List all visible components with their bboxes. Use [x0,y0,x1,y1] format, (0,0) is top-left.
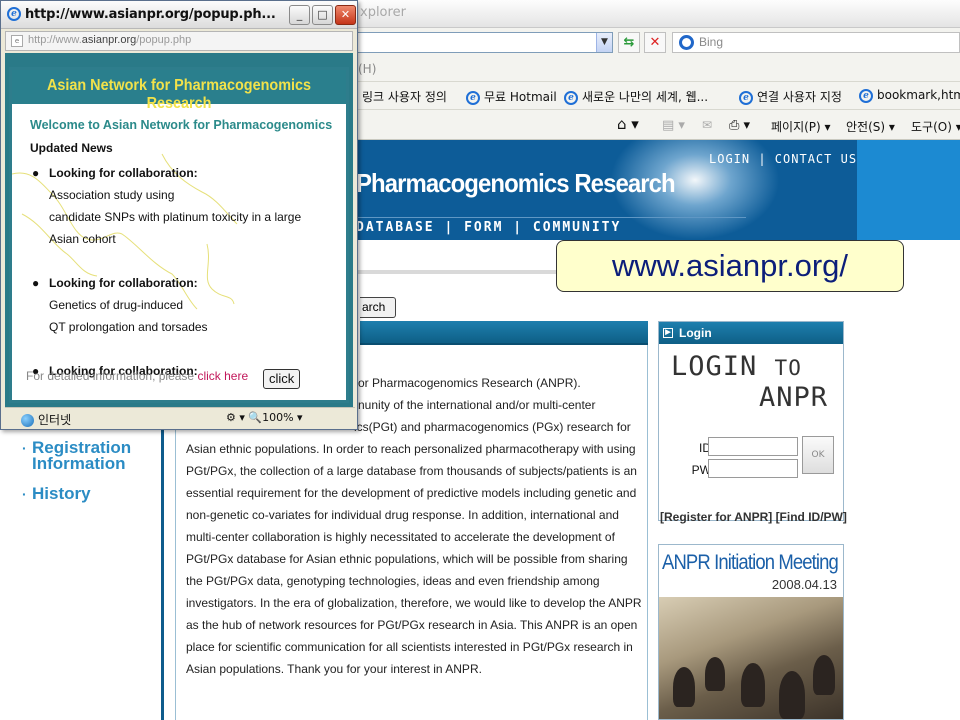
id-input[interactable] [708,437,798,456]
close-button[interactable]: ✕ [335,5,356,25]
protected-mode-icon: ⚙ ▾ [226,411,245,424]
login-banner: LOGIN TO ANPR [671,351,829,413]
login-panel-header: ▶ Login [659,322,843,344]
url-callout: www.asianpr.org/ [556,240,904,292]
page-icon: e [11,35,23,47]
site-title: Pharmacogenomics Research [356,168,676,198]
popup-address: http://www.asianpr.org/popup.php [28,34,192,46]
menu-item-help[interactable]: (H) [358,62,376,76]
pw-input[interactable] [708,459,798,478]
popup-title: http://www.asianpr.org/popup.ph... [25,7,276,22]
bing-logo-icon [679,35,694,50]
updated-news-heading: Updated News [30,141,113,155]
click-button[interactable]: click [263,369,301,389]
address-dropdown-icon[interactable]: ▼ [596,33,612,52]
login-panel: ▶ Login LOGIN TO ANPR ID PW OK [658,321,844,521]
arrow-icon: ▶ [663,328,673,338]
meeting-photo [659,597,843,719]
stop-button[interactable]: ✕ [644,32,666,53]
link-item-new-world[interactable]: e 새로운 나만의 세계, 웹... [564,88,708,105]
search-button[interactable]: arch [360,297,396,318]
safety-menu-button[interactable]: 안전(S) ▾ [846,118,895,135]
minimize-button[interactable]: _ [289,5,310,25]
main-nav[interactable]: DATABASE | FORM | COMMUNITY [356,220,621,235]
link-item-connection[interactable]: e 연결 사용자 지정 [739,88,842,105]
status-zone: 인터넷 [21,411,71,428]
ie-page-icon: e [466,90,480,105]
search-input[interactable]: Bing [672,32,960,53]
pw-label: PW [691,463,711,477]
id-label: ID [699,441,711,455]
maximize-button[interactable]: □ [312,5,333,25]
click-here-link[interactable]: click here [197,369,248,383]
side-link-registration[interactable]: · Registration Information [22,439,142,472]
magnifier-icon: 🔍 [248,411,263,424]
popup-inner-panel: Asian Network for Pharmacogenomics Resea… [9,67,349,403]
mail-icon[interactable]: ✉ [702,118,712,132]
link-item-hotmail[interactable]: e 무료 Hotmail [466,88,557,105]
ie-page-icon: e [564,90,578,105]
globe-icon [21,414,34,427]
zoom-control[interactable]: ⚙ ▾ 🔍100% ▾ [226,411,303,424]
meeting-date: 2008.04.13 [771,577,837,592]
tools-menu-button[interactable]: 도구(O) ▾ [911,118,960,135]
login-ok-button[interactable]: OK [802,436,834,474]
home-icon[interactable]: ⌂ ▾ [617,115,639,133]
meeting-panel[interactable]: ANPR Initiation Meeting 2008.04.13 [658,544,844,720]
print-icon[interactable]: ⎙ ▾ [729,118,750,133]
popup-welcome: Welcome to Asian Network for Pharmacogen… [30,118,333,132]
ie-page-icon: e [7,7,21,21]
search-placeholder: Bing [699,35,724,49]
meeting-title: ANPR Initiation Meeting [662,551,839,574]
ie-page-icon: e [739,90,753,105]
content-header-bar [360,321,648,345]
page-menu-button[interactable]: 페이지(P) ▾ [771,118,831,135]
popup-banner-title: Asian Network for Pharmacogenomics Resea… [46,77,312,112]
register-links[interactable]: [Register for ANPR] [Find ID/PW] [660,510,847,524]
address-input[interactable]: ▼ [355,32,613,53]
link-item-customize[interactable]: 링크 사용자 정의 [362,88,447,105]
popup-footer-text: For detailed information, please click h… [26,369,249,383]
refresh-button[interactable]: ⇆ [618,32,640,53]
feeds-icon[interactable]: ▤ ▾ [662,118,685,133]
main-window-title: xplorer [360,5,406,20]
side-link-history[interactable]: · History [22,485,91,502]
popup-window: e http://www.asianpr.org/popup.ph... _ □… [0,0,358,430]
popup-content: Asian Network for Pharmacogenomics Resea… [5,53,353,407]
top-links[interactable]: LOGIN | CONTACT US [709,152,857,166]
popup-banner: Asian Network for Pharmacogenomics Resea… [12,70,346,112]
popup-status-bar: 인터넷 ⚙ ▾ 🔍100% ▾ [5,407,355,429]
ie-page-icon: e [859,88,873,103]
link-item-bookmark[interactable]: e bookmark,htm [859,88,960,103]
popup-title-bar[interactable]: e http://www.asianpr.org/popup.ph... _ □… [1,1,357,29]
popup-address-bar: e http://www.asianpr.org/popup.php [5,31,353,51]
